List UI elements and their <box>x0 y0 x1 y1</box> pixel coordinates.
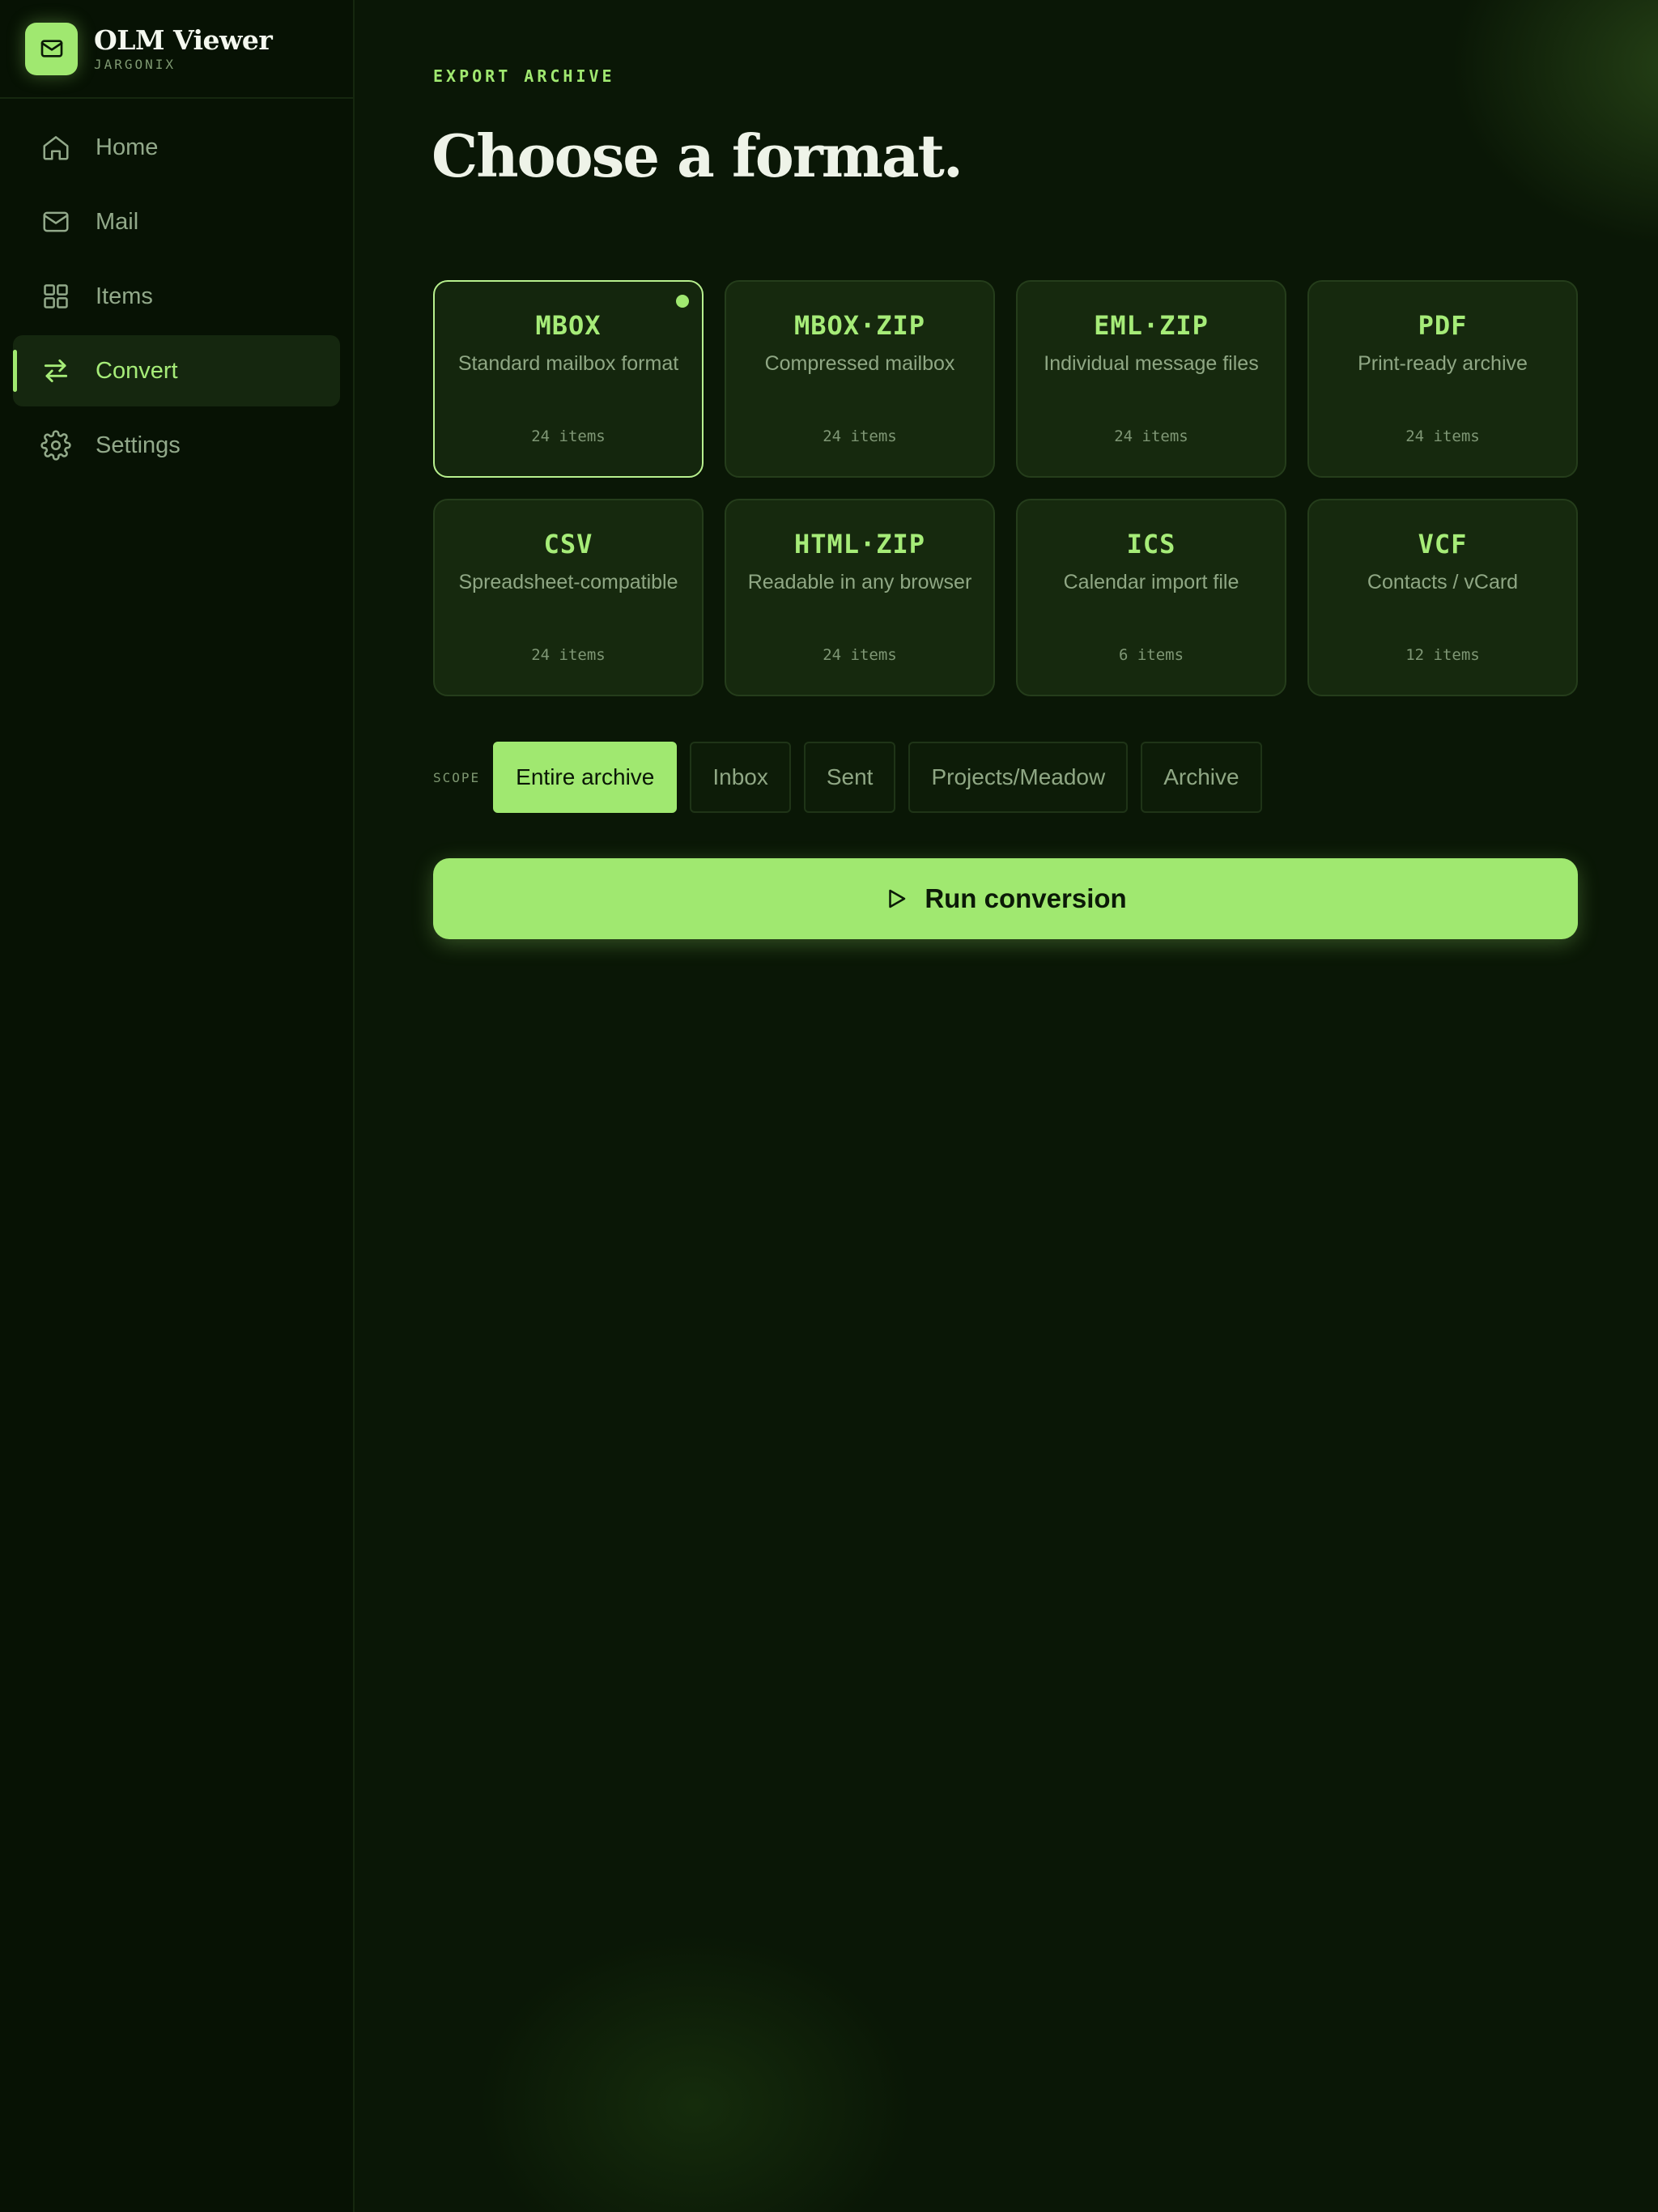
home-icon <box>40 131 72 164</box>
scope-selector: SCOPE Entire archive Inbox Sent Projects… <box>433 742 1275 813</box>
run-conversion-button[interactable]: Run conversion <box>433 858 1578 939</box>
format-description: Readable in any browser <box>747 571 972 593</box>
sidebar: OLM Viewer JARGONIX Home Mail Items Conv… <box>0 0 355 2212</box>
format-count: 12 items <box>1405 646 1480 664</box>
format-description: Calendar import file <box>1063 571 1239 593</box>
format-title: MBOX <box>535 310 602 341</box>
format-description: Compressed mailbox <box>764 352 955 375</box>
format-title: CSV <box>543 529 593 559</box>
format-count: 24 items <box>823 646 897 664</box>
scope-option-projects-meadow[interactable]: Projects/Meadow <box>908 742 1129 813</box>
section-eyebrow: EXPORT ARCHIVE <box>433 66 615 86</box>
format-card-mbox[interactable]: MBOX Standard mailbox format 24 items <box>433 280 704 478</box>
scope-option-archive[interactable]: Archive <box>1141 742 1262 813</box>
swap-arrows-icon <box>40 355 72 387</box>
run-conversion-label: Run conversion <box>925 883 1127 913</box>
format-card-eml-zip[interactable]: EML·ZIP Individual message files 24 item… <box>1016 280 1286 478</box>
format-card-vcf[interactable]: VCF Contacts / vCard 12 items <box>1307 499 1578 696</box>
scope-option-sent[interactable]: Sent <box>803 742 896 813</box>
play-icon <box>884 885 912 912</box>
main-content: EXPORT ARCHIVE Choose a format. MBOX Sta… <box>355 0 1658 2212</box>
sidebar-item-mail[interactable]: Mail <box>13 186 340 257</box>
sidebar-item-label: Settings <box>96 432 181 458</box>
scope-option-entire-archive[interactable]: Entire archive <box>493 742 678 813</box>
grid-icon <box>40 280 72 313</box>
format-title: HTML·ZIP <box>793 529 926 559</box>
page-title: Choose a format. <box>432 121 963 190</box>
sidebar-nav: Home Mail Items Convert Settings <box>13 0 340 484</box>
mail-icon <box>40 206 72 238</box>
format-count: 24 items <box>531 428 606 445</box>
app-window: OLM Viewer JARGONIX Home Mail Items Conv… <box>0 0 1658 2212</box>
format-card-ics[interactable]: ICS Calendar import file 6 items <box>1016 499 1286 696</box>
format-title: PDF <box>1418 310 1468 341</box>
selected-indicator <box>676 295 689 308</box>
sidebar-item-label: Home <box>96 134 159 160</box>
format-card-html-zip[interactable]: HTML·ZIP Readable in any browser 24 item… <box>725 499 995 696</box>
format-grid: MBOX Standard mailbox format 24 items MB… <box>433 280 1578 696</box>
sidebar-item-home[interactable]: Home <box>13 112 340 183</box>
format-count: 24 items <box>1405 428 1480 445</box>
format-description: Standard mailbox format <box>457 352 679 375</box>
format-title: ICS <box>1126 529 1176 559</box>
sidebar-item-items[interactable]: Items <box>13 261 340 332</box>
format-description: Spreadsheet-compatible <box>458 571 678 593</box>
sidebar-item-convert[interactable]: Convert <box>13 335 340 406</box>
sidebar-item-label: Convert <box>96 357 178 384</box>
format-count: 24 items <box>531 646 606 664</box>
format-card-pdf[interactable]: PDF Print-ready archive 24 items <box>1307 280 1578 478</box>
format-count: 6 items <box>1118 646 1184 664</box>
format-description: Individual message files <box>1044 352 1259 375</box>
sidebar-item-label: Mail <box>96 208 139 235</box>
format-count: 24 items <box>1114 428 1188 445</box>
format-card-mbox-zip[interactable]: MBOX·ZIP Compressed mailbox 24 items <box>725 280 995 478</box>
format-title: VCF <box>1418 529 1468 559</box>
gear-icon <box>40 429 72 462</box>
sidebar-item-settings[interactable]: Settings <box>13 410 340 481</box>
format-card-csv[interactable]: CSV Spreadsheet-compatible 24 items <box>433 499 704 696</box>
scope-option-inbox[interactable]: Inbox <box>690 742 791 813</box>
format-title: MBOX·ZIP <box>793 310 926 341</box>
format-description: Print-ready archive <box>1358 352 1528 375</box>
format-description: Contacts / vCard <box>1367 571 1519 593</box>
sidebar-item-label: Items <box>96 283 153 309</box>
scope-label: SCOPE <box>433 769 481 785</box>
format-count: 24 items <box>823 428 897 445</box>
format-title: EML·ZIP <box>1094 310 1209 341</box>
